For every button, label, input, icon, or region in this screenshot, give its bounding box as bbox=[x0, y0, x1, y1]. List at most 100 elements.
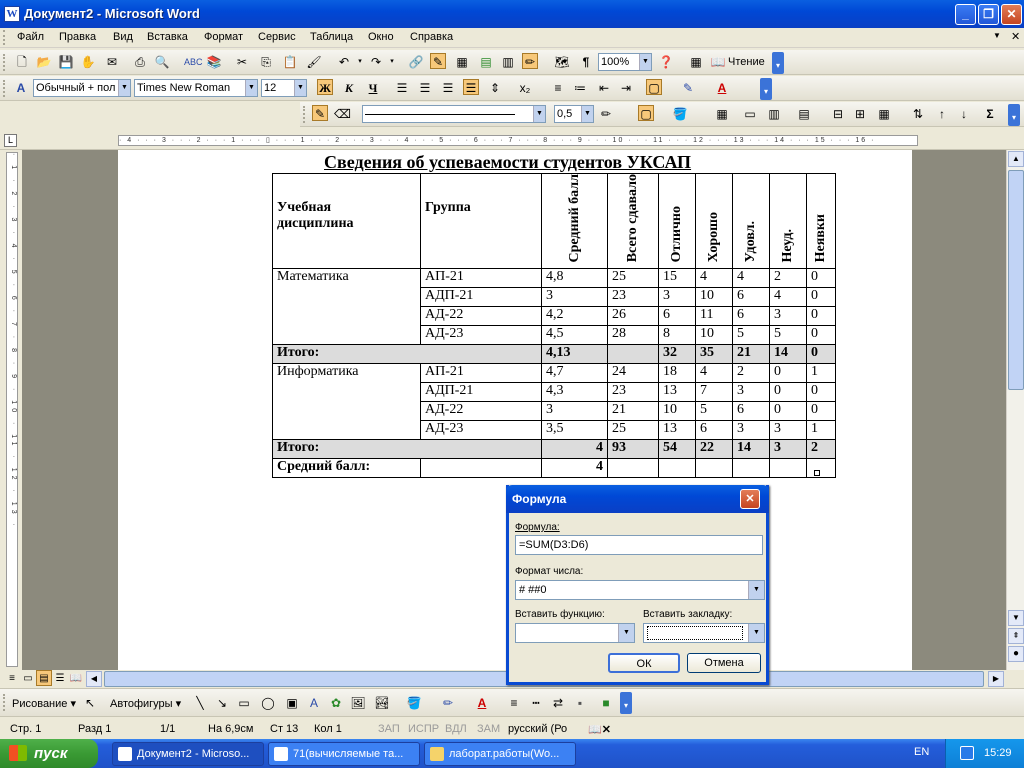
table-cell[interactable]: АД-22 bbox=[420, 400, 542, 421]
toolbar-grip[interactable] bbox=[3, 80, 6, 97]
menu-insert[interactable]: Вставка bbox=[147, 31, 188, 43]
outside-border-icon[interactable]: ▢ bbox=[646, 79, 662, 95]
table-cell[interactable]: 2 bbox=[732, 362, 770, 383]
status-language[interactable]: русский (Ро bbox=[508, 723, 567, 735]
table-cell[interactable]: 3 bbox=[732, 419, 770, 440]
table-cell[interactable]: 3 bbox=[658, 286, 696, 307]
table-cell[interactable]: 14 bbox=[769, 343, 807, 364]
insert-excel-icon[interactable]: ▤ bbox=[478, 54, 494, 70]
close-button[interactable]: ✕ bbox=[1001, 4, 1022, 25]
zoom-select[interactable]: 100% ▼ bbox=[598, 53, 652, 71]
vertical-ruler[interactable]: · 1 · 2 · 3 · 4 · 5 · 6 · 7 · 8 · 9 · 10… bbox=[6, 152, 18, 667]
format-painter-icon[interactable]: 🖌 bbox=[306, 54, 322, 70]
normal-view-icon[interactable]: ≡ bbox=[4, 671, 20, 687]
table-cell[interactable]: 0 bbox=[806, 267, 836, 288]
font-size-select[interactable]: 12 ▼ bbox=[261, 79, 307, 97]
zoom-dropdown-icon[interactable]: ▼ bbox=[639, 54, 651, 70]
task-folder[interactable]: лаборат.работы(Wo... bbox=[424, 742, 576, 766]
text-direction-icon[interactable]: ⇅ bbox=[910, 106, 926, 122]
status-overtype[interactable]: ЗАМ bbox=[477, 723, 500, 735]
insert-bookmark-select[interactable]: ▼ bbox=[643, 623, 765, 643]
outline-view-icon[interactable]: ☰ bbox=[52, 671, 68, 687]
table-cell[interactable]: 6 bbox=[658, 305, 696, 326]
table-cell[interactable]: 23 bbox=[607, 381, 659, 402]
header-cell[interactable]: Неуд. bbox=[769, 173, 807, 269]
header-cell[interactable]: Удовл. bbox=[732, 173, 770, 269]
menu-format[interactable]: Формат bbox=[204, 31, 243, 43]
table-cell[interactable]: 22 bbox=[695, 438, 733, 459]
document-map-icon[interactable]: 🗺 bbox=[554, 54, 570, 70]
restore-button[interactable]: ❐ bbox=[978, 4, 999, 25]
table-cell[interactable]: 4,8 bbox=[541, 267, 608, 288]
insert-function-select[interactable]: ▼ bbox=[515, 623, 635, 643]
wordart-icon[interactable]: A bbox=[306, 695, 322, 711]
textbox-icon[interactable]: ▣ bbox=[284, 695, 300, 711]
table-cell[interactable]: 23 bbox=[607, 286, 659, 307]
table-cell[interactable]: АП-21 bbox=[420, 362, 542, 383]
borders-icon[interactable]: ▢ bbox=[638, 105, 654, 121]
align-center-icon[interactable]: ☰ bbox=[417, 80, 433, 96]
table-cell[interactable]: АД-22 bbox=[420, 305, 542, 326]
draw-table-icon[interactable]: ✎ bbox=[312, 105, 328, 121]
dash-style-icon[interactable]: ┅ bbox=[528, 695, 544, 711]
decrease-indent-icon[interactable]: ⇤ bbox=[596, 80, 612, 96]
table-cell[interactable] bbox=[658, 457, 696, 478]
font-select[interactable]: Times New Roman ▼ bbox=[134, 79, 258, 97]
toolbar-grip[interactable] bbox=[3, 694, 6, 711]
word-app-icon[interactable]: W bbox=[4, 6, 20, 22]
menu-tools[interactable]: Сервис bbox=[258, 31, 296, 43]
table-header-row[interactable]: Учебная дисциплина Группа Средний балл Всег… bbox=[272, 173, 836, 269]
permission-icon[interactable]: ✋ bbox=[80, 54, 96, 70]
border-color-icon[interactable]: ✏ bbox=[598, 106, 614, 122]
bold-button[interactable]: Ж bbox=[317, 79, 333, 95]
table-cell[interactable]: 3 bbox=[769, 305, 807, 326]
read-icon[interactable]: 📖 bbox=[710, 54, 726, 70]
table-cell[interactable]: Итого: bbox=[272, 343, 542, 364]
number-format-select[interactable]: # ##0 ▼ bbox=[515, 580, 765, 600]
read-button-label[interactable]: Чтение bbox=[728, 56, 765, 68]
toolbar-options-icon[interactable]: ▾ bbox=[1008, 104, 1020, 126]
align-right-icon[interactable]: ☰ bbox=[440, 80, 456, 96]
open-icon[interactable]: 📂 bbox=[36, 54, 52, 70]
new-icon[interactable]: 🗋 bbox=[14, 54, 30, 70]
show-formatting-icon[interactable]: ¶ bbox=[578, 54, 594, 70]
header-cell[interactable]: Хорошо bbox=[695, 173, 733, 269]
table-cell[interactable]: 0 bbox=[769, 400, 807, 421]
underline-button[interactable]: Ч bbox=[365, 80, 381, 96]
increase-indent-icon[interactable]: ⇥ bbox=[618, 80, 634, 96]
highlight-icon[interactable]: ✎ bbox=[680, 80, 696, 96]
toolbar-grip[interactable] bbox=[3, 54, 6, 71]
eraser-icon[interactable]: ⌫ bbox=[334, 106, 351, 122]
table-cell[interactable]: 4 bbox=[541, 438, 608, 459]
help-icon[interactable]: ❓ bbox=[658, 54, 674, 70]
insert-table-icon[interactable]: ▦ bbox=[714, 106, 730, 122]
table-cell[interactable]: 3 bbox=[769, 438, 807, 459]
line-style-icon[interactable]: ≡ bbox=[506, 695, 522, 711]
hyperlink-icon[interactable]: 🔗 bbox=[408, 54, 424, 70]
table-cell[interactable]: 2 bbox=[806, 438, 836, 459]
menu-help[interactable]: Справка bbox=[410, 31, 453, 43]
table-cell[interactable]: 28 bbox=[607, 324, 659, 345]
draw-menu[interactable]: Рисование ▾ bbox=[12, 697, 76, 710]
table-cell[interactable]: 10 bbox=[695, 324, 733, 345]
table-cell[interactable]: 32 bbox=[658, 343, 696, 364]
scroll-left-icon[interactable]: ◀ bbox=[86, 671, 102, 687]
status-record[interactable]: ЗАП bbox=[378, 723, 400, 735]
table-cell[interactable]: 3 bbox=[732, 381, 770, 402]
numbering-icon[interactable]: ≡ bbox=[550, 80, 566, 96]
table-cell[interactable]: Итого: bbox=[272, 438, 542, 459]
status-track-changes[interactable]: ИСПР bbox=[408, 723, 439, 735]
print-icon[interactable]: ⎙ bbox=[132, 54, 148, 70]
style-select[interactable]: Обычный + пол ▼ bbox=[33, 79, 131, 97]
table-cell[interactable]: 4 bbox=[695, 267, 733, 288]
line-style-dropdown-icon[interactable]: ▼ bbox=[533, 106, 545, 122]
formula-input[interactable] bbox=[515, 535, 763, 555]
table-cell[interactable]: 0 bbox=[806, 400, 836, 421]
table-cell[interactable]: 0 bbox=[769, 381, 807, 402]
line-icon[interactable]: ╲ bbox=[192, 695, 208, 711]
table-cell[interactable]: 15 bbox=[658, 267, 696, 288]
table-cell[interactable]: 13 bbox=[658, 419, 696, 440]
web-view-icon[interactable]: ▭ bbox=[20, 671, 36, 687]
header-cell[interactable]: Учебная дисциплина bbox=[272, 173, 421, 269]
table-cell[interactable]: 10 bbox=[695, 286, 733, 307]
